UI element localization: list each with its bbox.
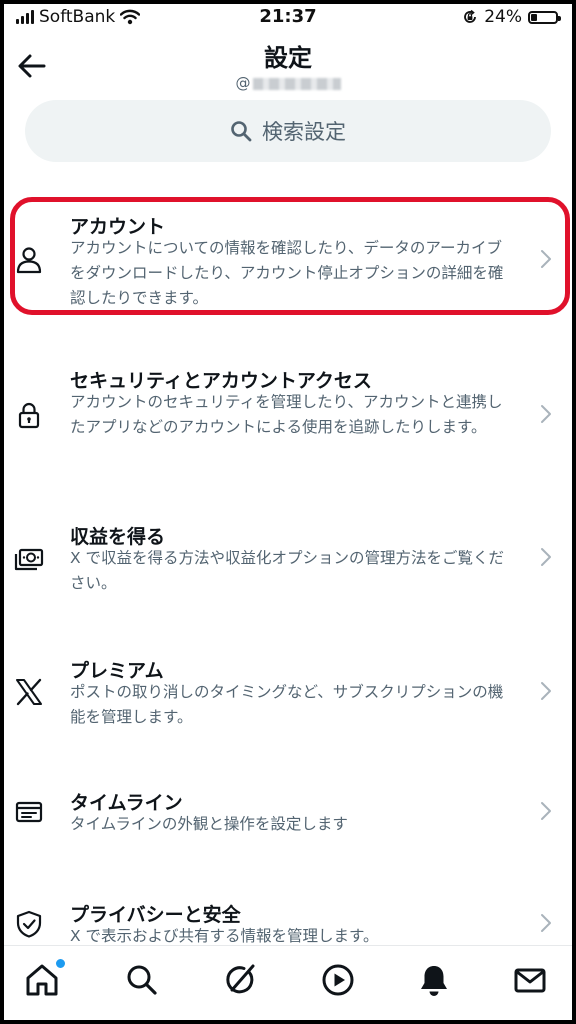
orientation-lock-icon: [464, 9, 477, 23]
notification-dot: [54, 957, 67, 970]
settings-item-security[interactable]: セキュリティとアカウントアクセス アカウントのセキュリティを管理したり、アカウン…: [4, 358, 572, 466]
search-settings-button[interactable]: 検索設定: [25, 100, 551, 162]
settings-screen: SoftBank 21:37 24% 設定 @ 検索設定 アカウント アカウント…: [4, 4, 572, 1020]
settings-item-premium[interactable]: プレミアム ポストの取り消しのタイミングなど、サブスクリプションの機能を管理しま…: [4, 648, 572, 730]
bottom-nav: [4, 945, 572, 1020]
settings-item-title: プレミアム: [70, 660, 164, 682]
settings-item-title: 収益を得る: [70, 526, 166, 548]
shield-icon: [16, 910, 42, 938]
battery-percent: 24%: [484, 7, 522, 27]
settings-item-description: ポストの取り消しのタイミングなど、サブスクリプションの機能を管理します。: [70, 683, 504, 726]
chevron-right-icon: [541, 548, 551, 566]
mail-icon[interactable]: [512, 962, 548, 998]
settings-item-description: アカウントのセキュリティを管理したり、アカウントと連携したアプリなどのアカウント…: [70, 393, 503, 436]
chevron-right-icon: [541, 914, 551, 932]
battery-icon: [528, 10, 561, 24]
settings-item-privacy[interactable]: プライバシーと安全 X で表示および共有する情報を管理します。: [4, 892, 572, 950]
timeline-icon: [15, 801, 43, 823]
x-logo-icon: [16, 678, 42, 706]
handle-prefix: @: [235, 74, 251, 92]
settings-item-description: X で収益を得る方法や収益化オプションの管理方法をご覧ください。: [70, 549, 505, 592]
settings-item-monetization[interactable]: 収益を得る X で収益を得る方法や収益化オプションの管理方法をご覧ください。: [4, 514, 572, 596]
search-icon: [231, 121, 252, 142]
money-icon: [14, 548, 44, 571]
chevron-right-icon: [541, 802, 551, 820]
search-label: 検索設定: [262, 120, 346, 144]
redacted-handle: [252, 77, 341, 90]
account-handle: @: [4, 74, 572, 92]
settings-item-description: タイムラインの外観と操作を設定します: [70, 815, 348, 833]
chevron-right-icon: [541, 682, 551, 700]
page-title: 設定: [264, 44, 312, 72]
settings-item-timeline[interactable]: タイムライン タイムラインの外観と操作を設定します: [4, 780, 572, 838]
bell-icon[interactable]: [416, 962, 452, 998]
search-icon[interactable]: [124, 962, 160, 998]
lock-icon: [18, 402, 40, 429]
settings-item-title: タイムライン: [70, 792, 183, 814]
highlight-frame: [10, 197, 570, 315]
play-icon[interactable]: [320, 962, 356, 998]
status-bar: SoftBank 21:37 24%: [4, 4, 572, 32]
grok-icon[interactable]: [222, 962, 258, 998]
settings-item-title: プライバシーと安全: [70, 904, 241, 926]
chevron-right-icon: [541, 405, 551, 423]
settings-item-title: セキュリティとアカウントアクセス: [70, 370, 372, 392]
